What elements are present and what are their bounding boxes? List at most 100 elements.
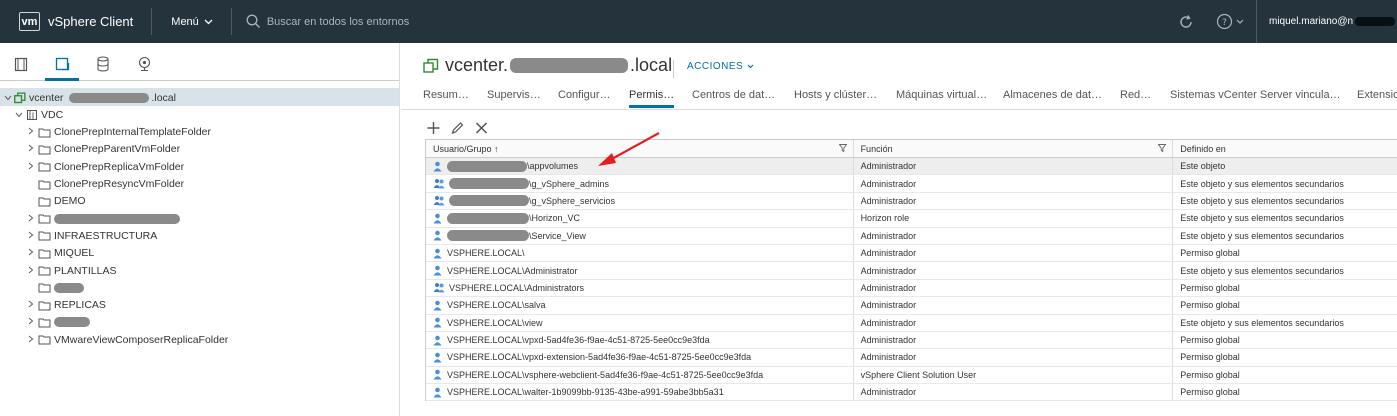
tree-item[interactable] <box>26 279 84 296</box>
chevron-right-icon[interactable] <box>26 248 36 258</box>
tree-item-label: ClonePrepResyncVmFolder <box>54 178 185 190</box>
vmware-logo[interactable]: vm <box>19 12 40 31</box>
user-icon <box>433 317 447 328</box>
table-row[interactable]: VSPHERE.LOCAL\vsphere-webclient-5ad4fe36… <box>426 366 1397 385</box>
menu-label: Menú <box>171 15 199 28</box>
tree-item[interactable] <box>26 210 180 227</box>
user-name: VSPHERE.LOCAL\view <box>447 317 543 328</box>
tab-2[interactable]: Supervis… <box>487 89 541 101</box>
tab-6[interactable]: Hosts y clúster… <box>794 89 877 101</box>
cell-user: VSPHERE.LOCAL\Administrators <box>426 279 854 297</box>
tab-11[interactable]: Extensio <box>1357 89 1397 101</box>
tree-item[interactable]: PLANTILLAS <box>26 262 116 279</box>
hosts-clusters-tab[interactable] <box>12 55 30 73</box>
tree-item-label: VDC <box>41 108 64 121</box>
chevron-right-icon[interactable] <box>26 300 36 310</box>
chevron-right-icon[interactable] <box>26 231 36 241</box>
cell-defined-in: Permiso global <box>1180 248 1240 259</box>
menu-button[interactable]: Menú <box>171 16 213 28</box>
tab-3[interactable]: Configur… <box>558 89 611 101</box>
actions-menu[interactable]: ACCIONES <box>673 60 754 78</box>
tab-10[interactable]: Sistemas vCenter Server vincula… <box>1170 89 1341 101</box>
folder-icon <box>36 196 54 207</box>
table-row[interactable]: \g_vSphere_admins Administrador Este objet… <box>426 175 1397 193</box>
chevron-right-icon[interactable] <box>26 317 36 327</box>
chevron-right-icon[interactable] <box>26 162 36 172</box>
cell-user: \g_vSphere_admins <box>426 175 854 192</box>
cell-user: VSPHERE.LOCAL\Administrator <box>426 262 854 279</box>
tree-item[interactable]: ClonePrepInternalTemplateFolder <box>26 124 211 141</box>
chevron-down-icon[interactable] <box>3 93 13 103</box>
user-icon <box>433 230 447 241</box>
tab-8[interactable]: Almacenes de dat… <box>1003 89 1102 101</box>
table-row[interactable]: VSPHERE.LOCAL\walter-1b9099bb-9135-43be-… <box>426 384 1397 402</box>
add-icon[interactable] <box>426 121 441 135</box>
tab-4[interactable]: Permis… <box>629 89 675 108</box>
tree-item[interactable]: REPLICAS <box>26 297 106 314</box>
table-row[interactable]: VSPHERE.LOCAL\salva Administrador Permiso … <box>426 297 1397 315</box>
table-row[interactable]: \g_vSphere_servicios Administrador Este ob… <box>426 192 1397 211</box>
tree-item[interactable]: VDC <box>14 106 63 123</box>
table-row[interactable]: \Service_View Administrador Este objeto y … <box>426 227 1397 245</box>
tree-item[interactable]: ClonePrepParentVmFolder <box>26 141 180 158</box>
tree-item[interactable]: ClonePrepReplicaVmFolder <box>26 158 184 175</box>
chevron-down-icon[interactable] <box>14 110 24 120</box>
tab-9[interactable]: Red… <box>1120 89 1151 101</box>
table-row[interactable]: VSPHERE.LOCAL\ Administrador Permiso globa… <box>426 244 1397 263</box>
table-row[interactable]: VSPHERE.LOCAL\vpxd-extension-5ad4fe36-f9… <box>426 349 1397 367</box>
help-icon: ? <box>1216 13 1233 30</box>
user-icon <box>433 387 447 398</box>
user-icon <box>433 352 447 363</box>
folder-icon <box>36 317 54 328</box>
tree-item[interactable]: DEMO <box>26 193 86 210</box>
table-row[interactable]: \appvolumes Administrador Este objeto <box>426 158 1397 176</box>
chevron-right-icon[interactable] <box>26 144 36 154</box>
tree-item[interactable]: MIQUEL <box>26 245 94 262</box>
tab-5[interactable]: Centros de dat… <box>692 89 775 101</box>
global-search[interactable] <box>246 14 467 29</box>
filter-icon[interactable] <box>838 144 847 152</box>
table-row[interactable]: VSPHERE.LOCAL\Administrator Administrador… <box>426 262 1397 280</box>
search-input[interactable] <box>266 15 467 28</box>
networking-tab[interactable] <box>135 55 153 73</box>
column-header-role[interactable]: Función <box>854 140 1174 157</box>
column-header-defined-in[interactable]: Definido en <box>1173 140 1397 157</box>
table-row[interactable]: VSPHERE.LOCAL\vpxd-5ad4fe36-f9ae-4c51-87… <box>426 331 1397 350</box>
user-icon <box>433 335 447 346</box>
chevron-right-icon[interactable] <box>26 127 36 137</box>
delete-icon[interactable] <box>474 121 489 135</box>
chevron-right-icon[interactable] <box>26 214 36 224</box>
vms-templates-tab[interactable] <box>45 55 79 81</box>
refresh-icon[interactable] <box>1178 14 1194 30</box>
app-title[interactable]: vSphere Client <box>48 14 133 29</box>
table-row[interactable]: VSPHERE.LOCAL\Administrators Administrado… <box>426 279 1397 298</box>
cell-defined-in: Permiso global <box>1180 352 1240 363</box>
tree-item[interactable]: vcenter .local <box>3 89 176 106</box>
help-button[interactable]: ? <box>1216 13 1244 30</box>
tab-7[interactable]: Máquinas virtual… <box>896 89 987 101</box>
folder-icon <box>36 127 54 138</box>
cell-role: vSphere Client Solution User <box>854 366 1174 384</box>
vms-templates-icon <box>55 57 69 70</box>
tree-item[interactable] <box>26 314 90 331</box>
user-name: \Service_View <box>529 230 586 241</box>
cell-role: Administrador <box>854 262 1174 279</box>
storage-tab[interactable] <box>94 55 112 73</box>
tab-1[interactable]: Resum… <box>423 89 469 101</box>
user-menu[interactable]: miquel.mariano@n <box>1256 0 1397 43</box>
cell-user: \Horizon_VC <box>426 210 854 227</box>
tree-item[interactable]: INFRAESTRUCTURA <box>26 227 157 244</box>
cell-user: VSPHERE.LOCAL\ <box>426 244 854 262</box>
chevron-right-icon[interactable] <box>26 335 36 345</box>
cell-defined-in: Permiso global <box>1180 369 1240 380</box>
tree-item[interactable]: ClonePrepResyncVmFolder <box>26 176 184 193</box>
table-row[interactable]: \Horizon_VC Horizon role Este objeto y sus… <box>426 210 1397 228</box>
tree-item-label: INFRAESTRUCTURA <box>54 229 158 242</box>
column-header-user[interactable]: Usuario/Grupo ↑ <box>426 140 854 157</box>
cell-role: Administrador <box>854 244 1174 262</box>
edit-icon[interactable] <box>450 121 465 135</box>
tree-item[interactable]: VMwareViewComposerReplicaFolder <box>26 331 228 348</box>
chevron-right-icon[interactable] <box>26 266 36 276</box>
filter-icon[interactable] <box>1158 144 1167 152</box>
table-row[interactable]: VSPHERE.LOCAL\view Administrador Este obje… <box>426 314 1397 332</box>
